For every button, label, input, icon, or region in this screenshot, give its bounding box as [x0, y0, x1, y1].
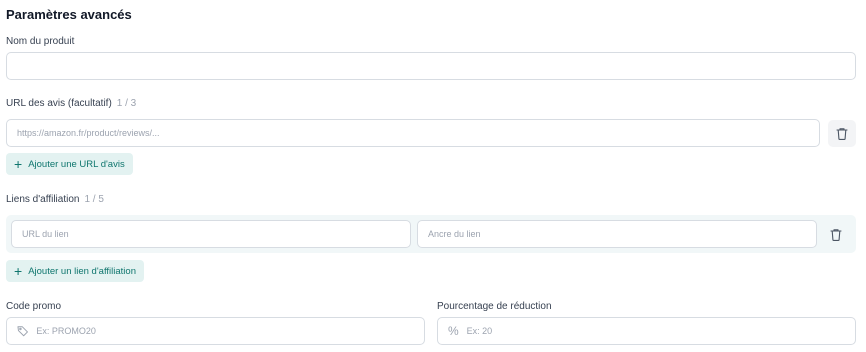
- affiliate-links-counter: 1 / 5: [84, 194, 104, 205]
- affiliate-links-label: Liens d'affiliation 1 / 5: [6, 194, 104, 205]
- delete-review-url-button[interactable]: [828, 120, 856, 147]
- plus-icon: +: [14, 263, 23, 279]
- promo-code-label: Code promo: [6, 301, 62, 312]
- tag-icon: [17, 326, 28, 337]
- review-urls-label-text: URL des avis (facultatif): [6, 98, 112, 109]
- review-urls-label: URL des avis (facultatif) 1 / 3: [6, 98, 136, 109]
- promo-code-input[interactable]: [36, 326, 424, 336]
- discount-label: Pourcentage de réduction: [437, 301, 552, 312]
- plus-icon: +: [14, 156, 23, 172]
- trash-icon: [836, 128, 848, 140]
- review-url-input[interactable]: [6, 119, 820, 147]
- percent-icon: %: [448, 324, 459, 338]
- affiliate-url-input[interactable]: [11, 220, 411, 248]
- discount-field[interactable]: %: [437, 317, 856, 345]
- trash-icon: [830, 229, 842, 241]
- section-title: Paramètres avancés: [6, 7, 132, 22]
- add-review-url-button[interactable]: + Ajouter une URL d'avis: [6, 153, 133, 175]
- product-name-label: Nom du produit: [6, 36, 75, 47]
- affiliate-links-label-text: Liens d'affiliation: [6, 194, 80, 205]
- add-review-url-label: Ajouter une URL d'avis: [28, 158, 125, 170]
- add-affiliate-link-label: Ajouter un lien d'affiliation: [28, 265, 136, 277]
- add-affiliate-link-button[interactable]: + Ajouter un lien d'affiliation: [6, 260, 144, 282]
- discount-input[interactable]: [466, 326, 855, 336]
- product-name-input[interactable]: [6, 52, 856, 80]
- review-urls-counter: 1 / 3: [116, 98, 137, 109]
- affiliate-anchor-input[interactable]: [417, 220, 817, 248]
- promo-code-field[interactable]: [6, 317, 425, 345]
- delete-affiliate-link-button[interactable]: [822, 221, 850, 248]
